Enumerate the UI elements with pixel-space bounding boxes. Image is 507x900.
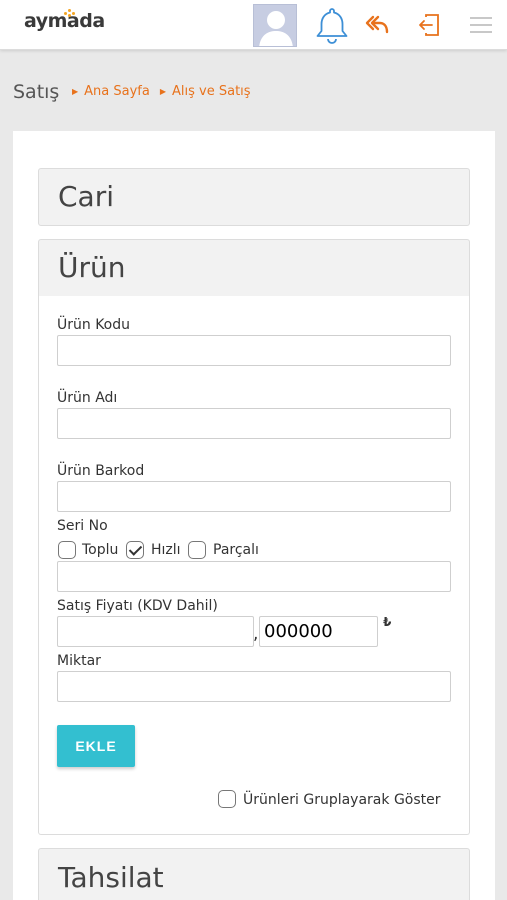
breadcrumb-arrow-icon: ▶ [72, 87, 79, 96]
seri-no-input[interactable] [57, 561, 451, 592]
hamburger-menu-icon [470, 17, 492, 33]
menu-button[interactable] [468, 6, 494, 44]
seri-no-label: Seri No [57, 518, 108, 534]
page-title: Satış [13, 81, 60, 103]
user-silhouette-icon [254, 5, 296, 46]
logo-dots-icon [60, 8, 76, 17]
tahsilat-title: Tahsilat [58, 861, 164, 894]
currency-symbol: ₺ [383, 615, 392, 629]
notifications-button[interactable] [313, 6, 351, 44]
ekle-button[interactable]: EKLE [57, 725, 135, 767]
breadcrumb-link-home[interactable]: Ana Sayfa [84, 84, 150, 99]
group-products-label: Ürünleri Gruplayarak Göster [243, 792, 441, 808]
logout-icon [419, 14, 439, 36]
parcali-checkbox[interactable] [188, 541, 206, 559]
miktar-label: Miktar [57, 653, 101, 669]
top-bar: aymada [0, 0, 507, 50]
breadcrumb-arrow-icon: ▶ [159, 87, 166, 96]
parcali-label: Parçalı [213, 542, 259, 558]
avatar[interactable] [253, 4, 297, 47]
reply-all-icon [365, 15, 389, 34]
decimal-separator: , [253, 624, 259, 644]
urun-title: Ürün [58, 251, 126, 284]
urun-kodu-input[interactable] [57, 335, 451, 366]
urun-barkod-label: Ürün Barkod [57, 463, 145, 479]
fiyat-decimal-input[interactable] [259, 616, 378, 647]
toplu-label: Toplu [82, 542, 119, 558]
breadcrumb: ▶ Ana Sayfa ▶ Alış ve Satış [72, 84, 251, 99]
urun-adi-input[interactable] [57, 408, 451, 439]
urun-adi-label: Ürün Adı [57, 390, 118, 406]
logout-button[interactable] [415, 6, 443, 44]
group-products-checkbox[interactable] [218, 790, 236, 808]
urun-panel-header[interactable]: Ürün [38, 239, 470, 297]
bell-icon [316, 8, 348, 44]
toplu-checkbox[interactable] [58, 541, 76, 559]
fiyat-integer-input[interactable] [57, 616, 254, 647]
cari-title: Cari [58, 180, 114, 213]
satis-fiyati-label: Satış Fiyatı (KDV Dahil) [57, 598, 218, 614]
tahsilat-panel-header[interactable]: Tahsilat [38, 848, 470, 900]
urun-barkod-input[interactable] [57, 481, 451, 512]
hizli-checkbox[interactable] [126, 541, 144, 559]
breadcrumb-link-trade[interactable]: Alış ve Satış [172, 84, 251, 99]
urun-kodu-label: Ürün Kodu [57, 317, 131, 333]
logo[interactable]: aymada [24, 8, 105, 32]
miktar-input[interactable] [57, 671, 451, 702]
cari-panel-header[interactable]: Cari [38, 168, 470, 226]
hizli-label: Hızlı [151, 542, 181, 558]
reply-button[interactable] [363, 6, 391, 44]
